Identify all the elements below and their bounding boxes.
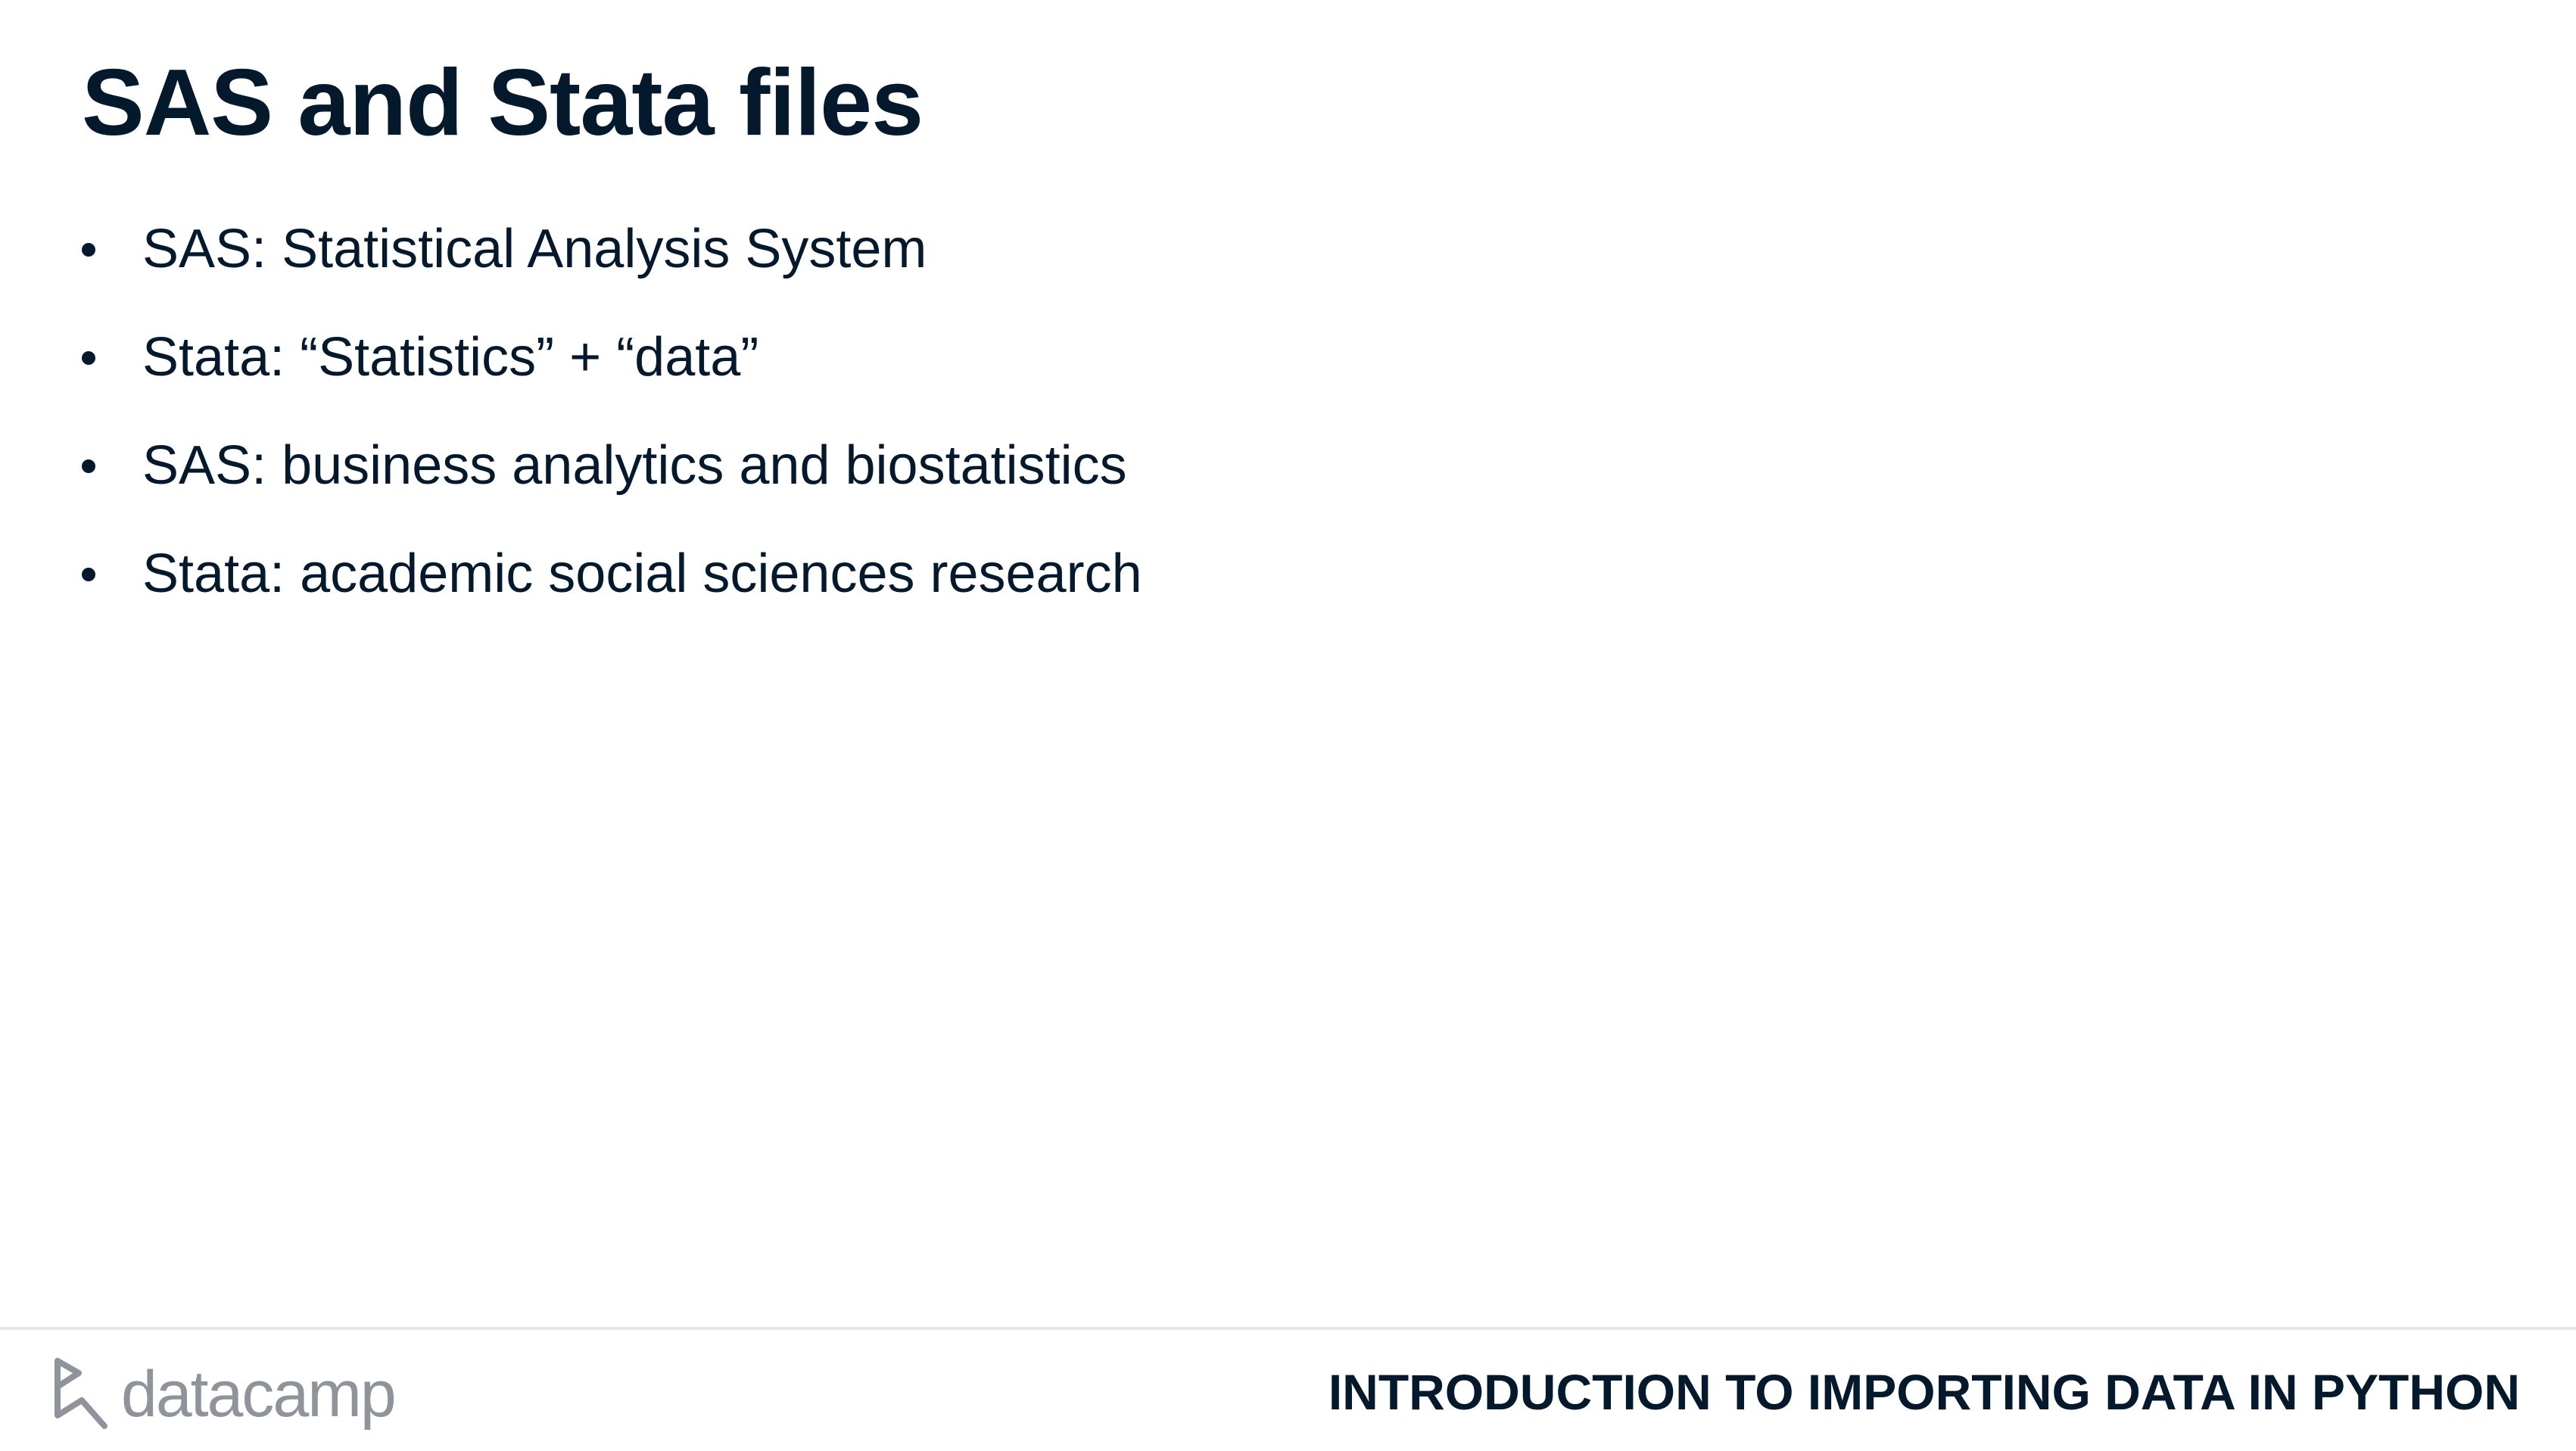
- brand-logo: datacamp: [51, 1353, 397, 1436]
- bullet-item: Stata: academic social sciences research: [82, 520, 1142, 628]
- slide: SAS and Stata files SAS: Statistical Ana…: [0, 0, 2576, 1451]
- bullet-dot-icon: [82, 350, 95, 365]
- course-title: INTRODUCTION TO IMPORTING DATA IN PYTHON: [1328, 1364, 2520, 1420]
- bullet-dot-icon: [82, 242, 95, 257]
- bullet-text: SAS: Statistical Analysis System: [142, 218, 927, 279]
- footer: datacamp INTRODUCTION TO IMPORTING DATA …: [0, 1327, 2576, 1451]
- bullet-text: Stata: academic social sciences research: [142, 543, 1142, 604]
- bullet-item: SAS: business analytics and biostatistic…: [82, 412, 1142, 520]
- bullet-list: SAS: Statistical Analysis System Stata: …: [82, 195, 1142, 628]
- bullet-dot-icon: [82, 459, 95, 473]
- datacamp-logo-icon: [55, 1358, 107, 1429]
- bullet-item: SAS: Statistical Analysis System: [82, 195, 1142, 304]
- bullet-item: Stata: “Statistics” + “data”: [82, 304, 1142, 412]
- slide-title: SAS and Stata files: [82, 51, 924, 155]
- bullet-dot-icon: [82, 567, 95, 581]
- bullet-text: Stata: “Statistics” + “data”: [142, 326, 759, 388]
- bullet-text: SAS: business analytics and biostatistic…: [142, 434, 1127, 496]
- brand-name: datacamp: [121, 1357, 397, 1431]
